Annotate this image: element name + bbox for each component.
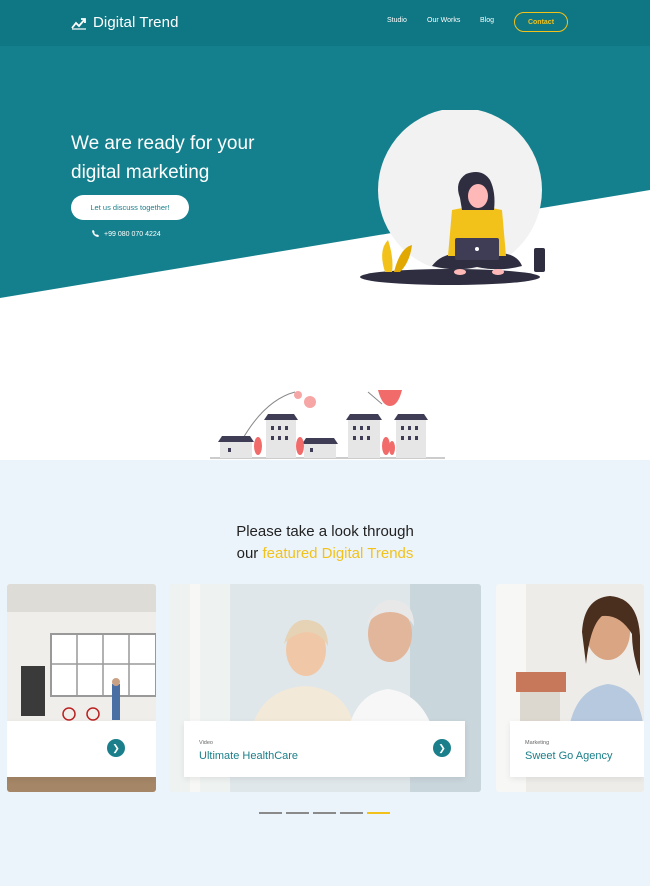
featured-title-line-1: Please take a look through [236,523,414,540]
card-2-name: Ultimate HealthCare [199,750,299,762]
slider-dot-4[interactable] [340,812,363,814]
contact-button[interactable]: Contact [514,12,568,32]
chevron-right-icon: ❯ [112,742,120,753]
top-navbar: Digital Trend Studio Our Works Blog Cont… [0,0,650,46]
card-2-arrow-button[interactable]: ❯ [433,739,451,757]
brand-name: Digital Trend [93,14,179,31]
card-1-arrow-button[interactable]: ❯ [107,739,125,757]
city-illustration [210,390,445,459]
card-1-info: ❯ [7,721,156,777]
slider-dot-2[interactable] [286,812,309,814]
brand-logo[interactable]: Digital Trend [71,14,179,31]
slider-pagination [259,812,390,814]
slider-dot-3[interactable] [313,812,336,814]
phone-icon [92,230,99,239]
card-2-info: Video Ultimate HealthCare ❯ [184,721,465,777]
featured-title: Please take a look through our featured … [0,521,650,565]
featured-title-highlight: featured Digital Trends [262,545,414,562]
nav-link-studio[interactable]: Studio [387,17,407,24]
featured-card-3[interactable]: Marketing Sweet Go Agency [496,584,644,792]
nav-link-our-works[interactable]: Our Works [427,17,460,24]
card-2-category: Video [199,740,213,746]
phone-number[interactable]: +99 080 070 4224 [92,230,161,239]
slider-dot-5[interactable] [367,812,390,814]
featured-card-2[interactable]: Video Ultimate HealthCare ❯ [170,584,481,792]
card-3-info: Marketing Sweet Go Agency [510,721,644,777]
hero-title-line-2: digital marketing [71,162,210,183]
hero-illustration [360,110,545,285]
card-3-name: Sweet Go Agency [525,750,613,762]
phone-text: +99 080 070 4224 [104,231,161,238]
featured-title-prefix: our [236,545,259,562]
featured-title-line-2: our featured Digital Trends [0,543,650,565]
featured-card-1[interactable]: ❯ [7,584,156,792]
nav-link-blog[interactable]: Blog [480,17,494,24]
trend-line-icon [71,17,86,30]
card-3-category: Marketing [525,740,550,746]
slider-dot-1[interactable] [259,812,282,814]
hero-title-line-1: We are ready for your [71,133,255,154]
chevron-right-icon: ❯ [438,742,446,753]
hero-title: We are ready for your digital marketing [71,129,331,187]
discuss-button[interactable]: Let us discuss together! [71,195,189,220]
